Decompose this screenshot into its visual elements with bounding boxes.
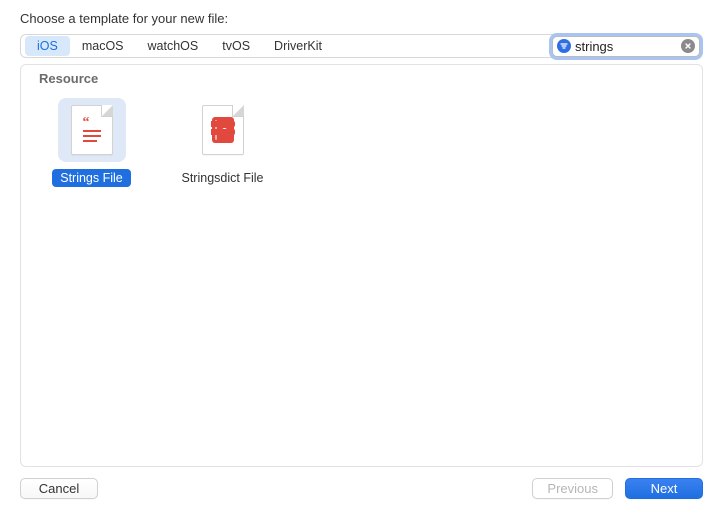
platform-tabs: iOS macOS watchOS tvOS DriverKit — [25, 36, 334, 56]
tab-ios[interactable]: iOS — [25, 36, 70, 56]
cancel-button[interactable]: Cancel — [20, 478, 98, 499]
template-label: Strings File — [52, 169, 131, 187]
dialog-title: Choose a template for your new file: — [20, 11, 228, 26]
template-strings-file[interactable]: “ Strings File — [39, 98, 144, 187]
strings-file-icon: “ — [71, 105, 113, 155]
template-thumb: “ — [58, 98, 126, 162]
toolbar: iOS macOS watchOS tvOS DriverKit — [20, 34, 703, 58]
template-stringsdict-file[interactable]: Stringsdict File — [170, 98, 275, 187]
tab-watchos[interactable]: watchOS — [136, 36, 211, 56]
clear-search-icon[interactable] — [681, 39, 695, 53]
template-thumb — [189, 98, 257, 162]
template-label: Stringsdict File — [174, 169, 272, 187]
tab-driverkit[interactable]: DriverKit — [262, 36, 334, 56]
tab-tvos[interactable]: tvOS — [210, 36, 262, 56]
next-button[interactable]: Next — [625, 478, 703, 499]
stringsdict-file-icon — [202, 105, 244, 155]
dialog-footer: Cancel Previous Next — [20, 477, 703, 499]
search-field[interactable] — [552, 36, 700, 57]
tab-macos[interactable]: macOS — [70, 36, 136, 56]
previous-button: Previous — [532, 478, 613, 499]
template-list: Resource “ Strings File — [20, 64, 703, 467]
filter-icon — [557, 39, 571, 53]
section-header-resource: Resource — [21, 65, 702, 90]
search-input[interactable] — [575, 39, 677, 54]
